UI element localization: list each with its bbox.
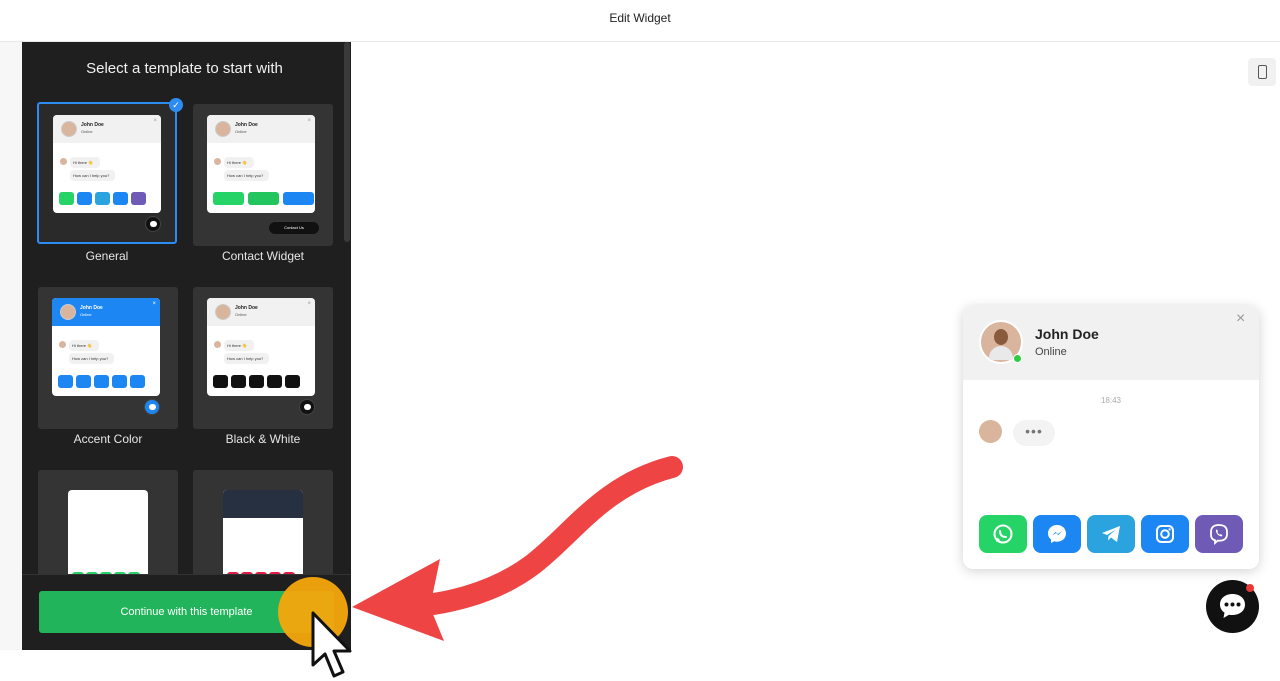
notification-dot bbox=[1246, 584, 1254, 592]
thumb-status: Online bbox=[81, 129, 93, 134]
avatar bbox=[60, 304, 76, 320]
chat-bubble-icon bbox=[144, 399, 160, 415]
mouse-cursor-icon bbox=[311, 611, 352, 678]
thumb-status: Online bbox=[235, 129, 247, 134]
telegram-icon bbox=[94, 375, 109, 388]
thumb-name: John Doe bbox=[235, 305, 258, 311]
panel-heading: Select a template to start with bbox=[86, 60, 283, 77]
template-panel: Select a template to start with John Doe… bbox=[22, 42, 351, 650]
telegram-icon bbox=[95, 192, 110, 205]
annotation-arrow bbox=[352, 456, 683, 641]
page-title: Edit Widget bbox=[609, 11, 671, 25]
agent-status: Online bbox=[1035, 346, 1067, 358]
thumb-name: John Doe bbox=[81, 122, 104, 128]
chat-bubble-icon bbox=[299, 399, 315, 415]
message-time: 18:43 bbox=[1100, 396, 1122, 405]
online-status-dot bbox=[1013, 354, 1022, 363]
viber-icon bbox=[285, 375, 300, 388]
thumb-channel-icons bbox=[59, 192, 146, 205]
thumb-greeting: Hi there 👋 bbox=[224, 340, 254, 351]
template-thumbnail bbox=[223, 490, 303, 585]
whatsapp-icon[interactable] bbox=[979, 515, 1027, 553]
thumb-question: How can I help you? bbox=[70, 170, 115, 181]
panel-scrollbar[interactable] bbox=[344, 42, 350, 242]
thumb-greeting: Hi there 👋 bbox=[70, 157, 100, 168]
chat-bubble-icon bbox=[145, 216, 161, 232]
template-thumbnail: John Doe Online × Hi there 👋 How can I h… bbox=[207, 298, 315, 396]
template-thumbnail: John Doe Online × Hi there 👋 How can I h… bbox=[207, 115, 315, 213]
thumb-channel-icons bbox=[213, 375, 300, 388]
instagram-icon bbox=[267, 375, 282, 388]
template-thumbnail: John Doe Online × Hi there 👋 How can I h… bbox=[53, 115, 161, 213]
telegram-icon bbox=[249, 375, 264, 388]
viber-icon bbox=[130, 375, 145, 388]
page: Edit Widget Select a template to start w… bbox=[0, 0, 1280, 681]
typing-indicator: ••• bbox=[1013, 420, 1055, 446]
instagram-icon[interactable] bbox=[1141, 515, 1189, 553]
avatar bbox=[214, 158, 221, 165]
avatar bbox=[979, 420, 1002, 443]
thumb-channel-icons bbox=[213, 192, 314, 205]
template-label-accent-color: Accent Color bbox=[73, 432, 143, 446]
left-gutter bbox=[0, 42, 22, 650]
thumb-name: John Doe bbox=[80, 305, 103, 311]
whatsapp-icon bbox=[59, 192, 74, 205]
agent-name: John Doe bbox=[1035, 326, 1099, 342]
viber-icon[interactable] bbox=[1195, 515, 1243, 553]
avatar bbox=[214, 341, 221, 348]
template-thumbnail: John Doe Online × Hi there 👋 How can I h… bbox=[52, 298, 160, 396]
thumb-greeting: Hi there 👋 bbox=[224, 157, 254, 168]
messenger-icon bbox=[77, 192, 92, 205]
avatar bbox=[59, 341, 66, 348]
close-icon: × bbox=[152, 301, 156, 307]
template-thumbnail bbox=[68, 490, 148, 585]
top-bar: Edit Widget bbox=[0, 0, 1280, 42]
instagram-icon bbox=[112, 375, 127, 388]
template-card-contact-widget[interactable]: John Doe Online × Hi there 👋 How can I h… bbox=[193, 104, 333, 246]
avatar bbox=[60, 158, 67, 165]
messenger-icon bbox=[76, 375, 91, 388]
whatsapp-icon bbox=[58, 375, 73, 388]
widget-preview: John Doe Online × 18:43 ••• bbox=[963, 306, 1259, 569]
template-card-general[interactable]: John Doe Online × Hi there 👋 How can I h… bbox=[37, 102, 177, 244]
thumb-status: Online bbox=[80, 312, 92, 317]
thumb-greeting: Hi there 👋 bbox=[69, 340, 99, 351]
widget-header: John Doe Online × bbox=[963, 306, 1259, 380]
mobile-preview-icon[interactable] bbox=[1248, 58, 1276, 86]
messenger-icon bbox=[231, 375, 246, 388]
template-card-black-white[interactable]: John Doe Online × Hi there 👋 How can I h… bbox=[193, 287, 333, 429]
check-icon: ✓ bbox=[169, 98, 183, 112]
close-icon: × bbox=[307, 118, 311, 124]
contact-us-pill: Contact Us bbox=[269, 222, 319, 234]
thumb-question: How can I help you? bbox=[69, 353, 114, 364]
close-icon: × bbox=[153, 118, 157, 124]
close-icon[interactable]: × bbox=[1236, 310, 1245, 328]
whatsapp-icon bbox=[213, 375, 228, 388]
whatsapp-icon bbox=[213, 192, 244, 205]
phone-icon bbox=[248, 192, 279, 205]
viber-icon bbox=[131, 192, 146, 205]
thumb-name: John Doe bbox=[235, 122, 258, 128]
close-icon: × bbox=[307, 301, 311, 307]
messenger-icon[interactable] bbox=[1033, 515, 1081, 553]
avatar bbox=[215, 304, 231, 320]
avatar bbox=[215, 121, 231, 137]
thumb-channel-icons bbox=[58, 375, 145, 388]
template-label-black-white: Black & White bbox=[225, 432, 301, 446]
thumb-question: How can I help you? bbox=[224, 353, 269, 364]
telegram-icon[interactable] bbox=[1087, 515, 1135, 553]
thumb-question: How can I help you? bbox=[224, 170, 269, 181]
template-card-accent-color[interactable]: John Doe Online × Hi there 👋 How can I h… bbox=[38, 287, 178, 429]
thumb-status: Online bbox=[235, 312, 247, 317]
email-icon bbox=[283, 192, 314, 205]
template-label-general: General bbox=[85, 249, 129, 263]
channel-buttons bbox=[979, 515, 1243, 553]
template-label-contact-widget: Contact Widget bbox=[221, 249, 305, 263]
instagram-icon bbox=[113, 192, 128, 205]
avatar bbox=[61, 121, 77, 137]
